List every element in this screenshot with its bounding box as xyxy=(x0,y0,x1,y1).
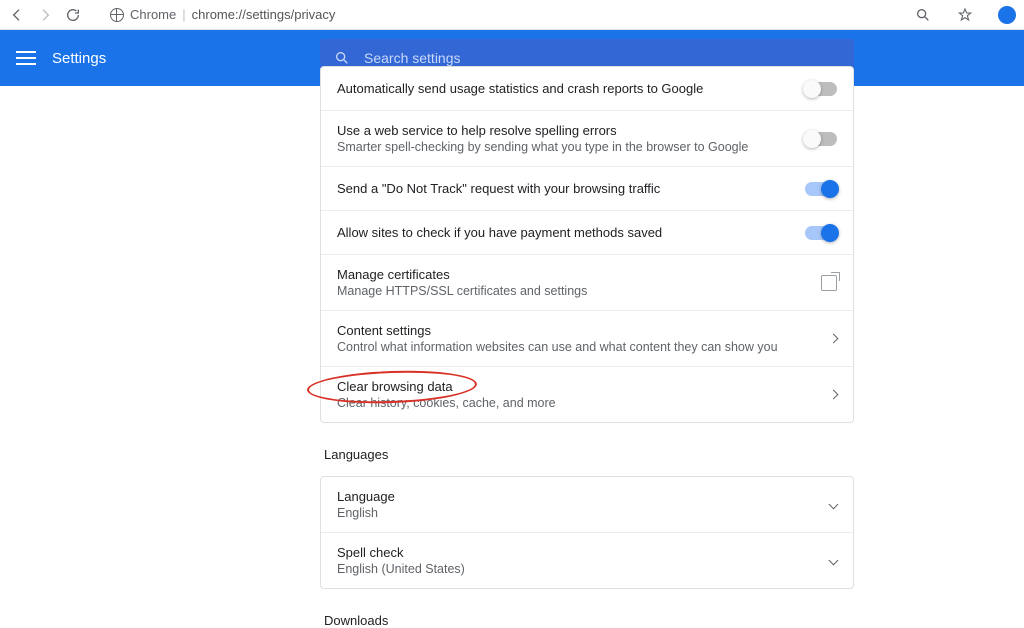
row-text: Content settings Control what information… xyxy=(337,323,818,354)
privacy-row: Allow sites to check if you have payment… xyxy=(321,211,853,255)
toggle[interactable] xyxy=(805,226,837,240)
languages-row[interactable]: Language English xyxy=(321,477,853,533)
privacy-card: Automatically send usage statistics and … xyxy=(320,66,854,423)
row-text: Allow sites to check if you have payment… xyxy=(337,225,793,240)
profile-avatar[interactable] xyxy=(998,6,1016,24)
menu-button[interactable] xyxy=(16,51,36,65)
languages-row[interactable]: Spell check English (United States) xyxy=(321,533,853,588)
external-link-icon xyxy=(821,275,837,291)
browser-toolbar: Chrome | chrome://settings/privacy xyxy=(0,0,1024,30)
row-text: Clear browsing data Clear history, cookie… xyxy=(337,379,818,410)
privacy-row: Automatically send usage statistics and … xyxy=(321,67,853,111)
chevron-down-icon xyxy=(830,501,837,508)
downloads-heading: Downloads xyxy=(324,613,854,628)
reload-button[interactable] xyxy=(64,6,82,24)
row-title: Clear browsing data xyxy=(337,379,818,394)
site-icon xyxy=(110,8,124,22)
row-text: Spell check English (United States) xyxy=(337,545,818,576)
toggle[interactable] xyxy=(805,82,837,96)
languages-card: Language English Spell check English (Unite… xyxy=(320,476,854,589)
search-icon xyxy=(334,50,350,66)
app-label: Chrome xyxy=(130,7,176,22)
chevron-right-icon xyxy=(830,391,837,398)
row-text: Send a "Do Not Track" request with your … xyxy=(337,181,793,196)
row-title: Send a "Do Not Track" request with your … xyxy=(337,181,793,196)
row-text: Language English xyxy=(337,489,818,520)
privacy-row: Send a "Do Not Track" request with your … xyxy=(321,167,853,211)
row-title: Content settings xyxy=(337,323,818,338)
row-subtitle: Clear history, cookies, cache, and more xyxy=(337,396,818,410)
row-title: Automatically send usage statistics and … xyxy=(337,81,793,96)
chevron-right-icon xyxy=(830,335,837,342)
toggle[interactable] xyxy=(805,182,837,196)
app-title: Settings xyxy=(52,50,106,67)
privacy-row[interactable]: Content settings Control what information… xyxy=(321,311,853,367)
row-subtitle: Smarter spell-checking by sending what y… xyxy=(337,140,793,154)
languages-heading: Languages xyxy=(324,447,854,462)
omnibox-separator: | xyxy=(182,7,185,22)
privacy-row: Use a web service to help resolve spelli… xyxy=(321,111,853,167)
row-subtitle: English (United States) xyxy=(337,562,818,576)
row-title: Language xyxy=(337,489,818,504)
row-title: Use a web service to help resolve spelli… xyxy=(337,123,793,138)
settings-content: Automatically send usage statistics and … xyxy=(320,66,854,578)
privacy-row[interactable]: Manage certificates Manage HTTPS/SSL cert… xyxy=(321,255,853,311)
search-input[interactable] xyxy=(364,50,840,66)
row-subtitle: Control what information websites can us… xyxy=(337,340,818,354)
row-subtitle: English xyxy=(337,506,818,520)
row-text: Manage certificates Manage HTTPS/SSL cert… xyxy=(337,267,809,298)
row-title: Allow sites to check if you have payment… xyxy=(337,225,793,240)
forward-button[interactable] xyxy=(36,6,54,24)
row-text: Use a web service to help resolve spelli… xyxy=(337,123,793,154)
row-title: Manage certificates xyxy=(337,267,809,282)
chevron-down-icon xyxy=(830,557,837,564)
omnibox[interactable]: Chrome | chrome://settings/privacy xyxy=(110,7,335,22)
row-title: Spell check xyxy=(337,545,818,560)
bookmark-star-icon[interactable] xyxy=(956,6,974,24)
zoom-icon[interactable] xyxy=(914,6,932,24)
row-text: Automatically send usage statistics and … xyxy=(337,81,793,96)
back-button[interactable] xyxy=(8,6,26,24)
privacy-row[interactable]: Clear browsing data Clear history, cookie… xyxy=(321,367,853,422)
omnibox-url: chrome://settings/privacy xyxy=(192,7,336,22)
toggle[interactable] xyxy=(805,132,837,146)
row-subtitle: Manage HTTPS/SSL certificates and settin… xyxy=(337,284,809,298)
